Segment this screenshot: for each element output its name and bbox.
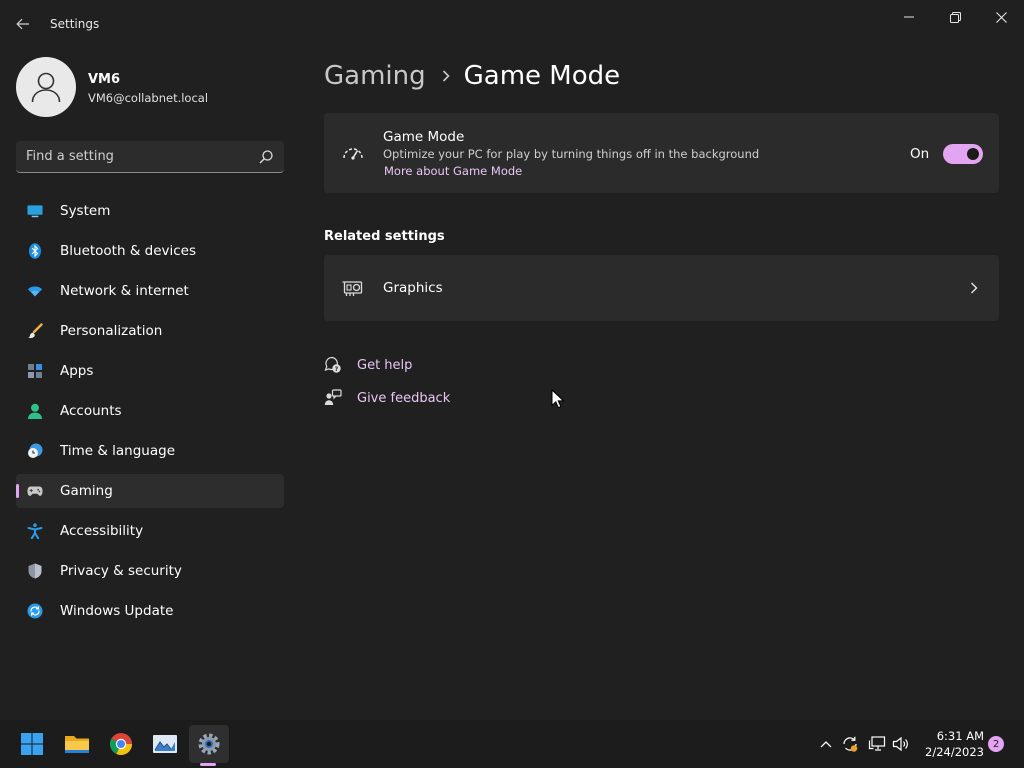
back-arrow-icon — [16, 18, 29, 30]
notification-badge[interactable]: 2 — [988, 736, 1004, 752]
person-icon — [31, 72, 61, 103]
related-settings-heading: Related settings — [324, 229, 445, 244]
minimize-button[interactable] — [886, 6, 932, 28]
more-about-game-mode-link[interactable]: More about Game Mode — [384, 164, 522, 178]
restore-button[interactable] — [932, 6, 978, 28]
taskbar: 6:31 AM 2/24/2023 2 — [0, 720, 1024, 768]
sidebar-item-accounts[interactable]: Accounts — [16, 394, 284, 428]
sidebar-item-label: Accessibility — [60, 523, 144, 539]
close-button[interactable] — [978, 6, 1024, 28]
get-help-row: ? Get help — [324, 354, 412, 376]
start-icon — [21, 733, 43, 755]
tray-network-button[interactable] — [867, 734, 887, 754]
gamepad-icon — [27, 483, 43, 499]
sidebar-item-label: Windows Update — [60, 603, 174, 619]
sidebar-item-label: System — [60, 203, 111, 219]
game-mode-toggle[interactable] — [943, 144, 983, 164]
page-title: Game Mode — [463, 61, 621, 91]
toggle-knob — [967, 148, 979, 160]
mouse-cursor-icon — [551, 389, 565, 409]
sidebar-item-gaming[interactable]: Gaming — [16, 474, 284, 508]
breadcrumb-parent[interactable]: Gaming — [324, 61, 426, 91]
sync-icon — [27, 603, 43, 619]
brush-icon — [27, 323, 43, 339]
app-title: Settings — [50, 17, 100, 31]
search-box[interactable] — [16, 141, 284, 173]
taskbar-file-explorer[interactable] — [57, 725, 97, 763]
breadcrumb: Gaming Game Mode — [324, 58, 620, 94]
person-icon — [27, 403, 43, 419]
sidebar-item-label: Accounts — [60, 403, 122, 419]
bluetooth-icon — [27, 243, 43, 259]
settings-icon — [198, 733, 220, 755]
feedback-icon — [324, 389, 342, 407]
shield-icon — [27, 563, 43, 579]
close-icon — [995, 11, 1007, 23]
restore-icon — [949, 11, 961, 23]
chrome-icon — [110, 733, 132, 755]
taskbar-photos[interactable] — [145, 725, 185, 763]
sidebar-item-label: Privacy & security — [60, 563, 182, 579]
sidebar-item-privacy-security[interactable]: Privacy & security — [16, 554, 284, 588]
clock-date[interactable]: 2/24/2023 — [918, 745, 984, 759]
sidebar-nav: System Bluetooth & devices Network & int… — [16, 194, 284, 634]
sidebar-item-windows-update[interactable]: Windows Update — [16, 594, 284, 628]
game-mode-description: Optimize your PC for play by turning thi… — [383, 147, 760, 161]
title-bar: Settings — [0, 0, 1024, 48]
graphics-card[interactable]: Graphics — [324, 255, 999, 321]
tray-update-button[interactable] — [840, 734, 860, 754]
wifi-icon — [27, 283, 43, 299]
apps-icon — [27, 363, 43, 379]
get-help-link[interactable]: Get help — [357, 358, 412, 373]
chevron-right-icon — [442, 70, 450, 82]
file-explorer-icon — [65, 736, 89, 753]
help-chat-icon: ? — [324, 356, 342, 374]
show-hidden-icons-button[interactable] — [816, 734, 836, 754]
user-name: VM6 — [88, 72, 121, 87]
active-app-indicator — [200, 763, 216, 766]
give-feedback-link[interactable]: Give feedback — [357, 391, 450, 406]
speaker-icon — [892, 736, 908, 752]
sidebar-item-label: Bluetooth & devices — [60, 243, 197, 259]
avatar[interactable] — [16, 57, 76, 117]
svg-text:?: ? — [335, 366, 339, 373]
sidebar-item-apps[interactable]: Apps — [16, 354, 284, 388]
clock-time[interactable]: 6:31 AM — [924, 729, 984, 743]
toggle-state-label: On — [910, 146, 930, 162]
update-sync-icon — [843, 736, 858, 752]
back-button[interactable] — [10, 12, 36, 36]
sidebar-item-system[interactable]: System — [16, 194, 284, 228]
minimize-icon — [904, 16, 914, 18]
sidebar-item-accessibility[interactable]: Accessibility — [16, 514, 284, 548]
game-mode-title: Game Mode — [383, 129, 465, 145]
sidebar-item-personalization[interactable]: Personalization — [16, 314, 284, 348]
clock-globe-icon — [27, 443, 43, 459]
sidebar-item-label: Gaming — [60, 483, 113, 499]
system-icon — [27, 203, 43, 219]
sidebar-item-network[interactable]: Network & internet — [16, 274, 284, 308]
photos-icon — [153, 735, 177, 753]
search-input[interactable] — [26, 141, 256, 172]
accessibility-icon — [27, 523, 43, 539]
ethernet-monitor-icon — [868, 736, 886, 751]
tray-volume-button[interactable] — [891, 734, 911, 754]
taskbar-start-button[interactable] — [12, 725, 52, 763]
sidebar-item-label: Time & language — [60, 443, 176, 459]
taskbar-settings[interactable] — [189, 725, 229, 763]
sidebar-item-label: Personalization — [60, 323, 163, 339]
graphics-label: Graphics — [383, 280, 443, 296]
sidebar-item-time-language[interactable]: Time & language — [16, 434, 284, 468]
game-mode-card: Game Mode Optimize your PC for play by t… — [324, 113, 999, 193]
graphics-card-icon — [342, 281, 363, 296]
sidebar-item-bluetooth[interactable]: Bluetooth & devices — [16, 234, 284, 268]
give-feedback-row: Give feedback — [324, 387, 450, 409]
user-email: VM6@collabnet.local — [88, 91, 209, 105]
sidebar-item-label: Apps — [60, 363, 94, 379]
chevron-up-icon — [820, 741, 832, 748]
speedometer-icon — [343, 148, 363, 160]
search-icon[interactable] — [258, 149, 274, 165]
chevron-right-icon — [971, 282, 978, 294]
sidebar-item-label: Network & internet — [60, 283, 189, 299]
taskbar-chrome[interactable] — [101, 725, 141, 763]
